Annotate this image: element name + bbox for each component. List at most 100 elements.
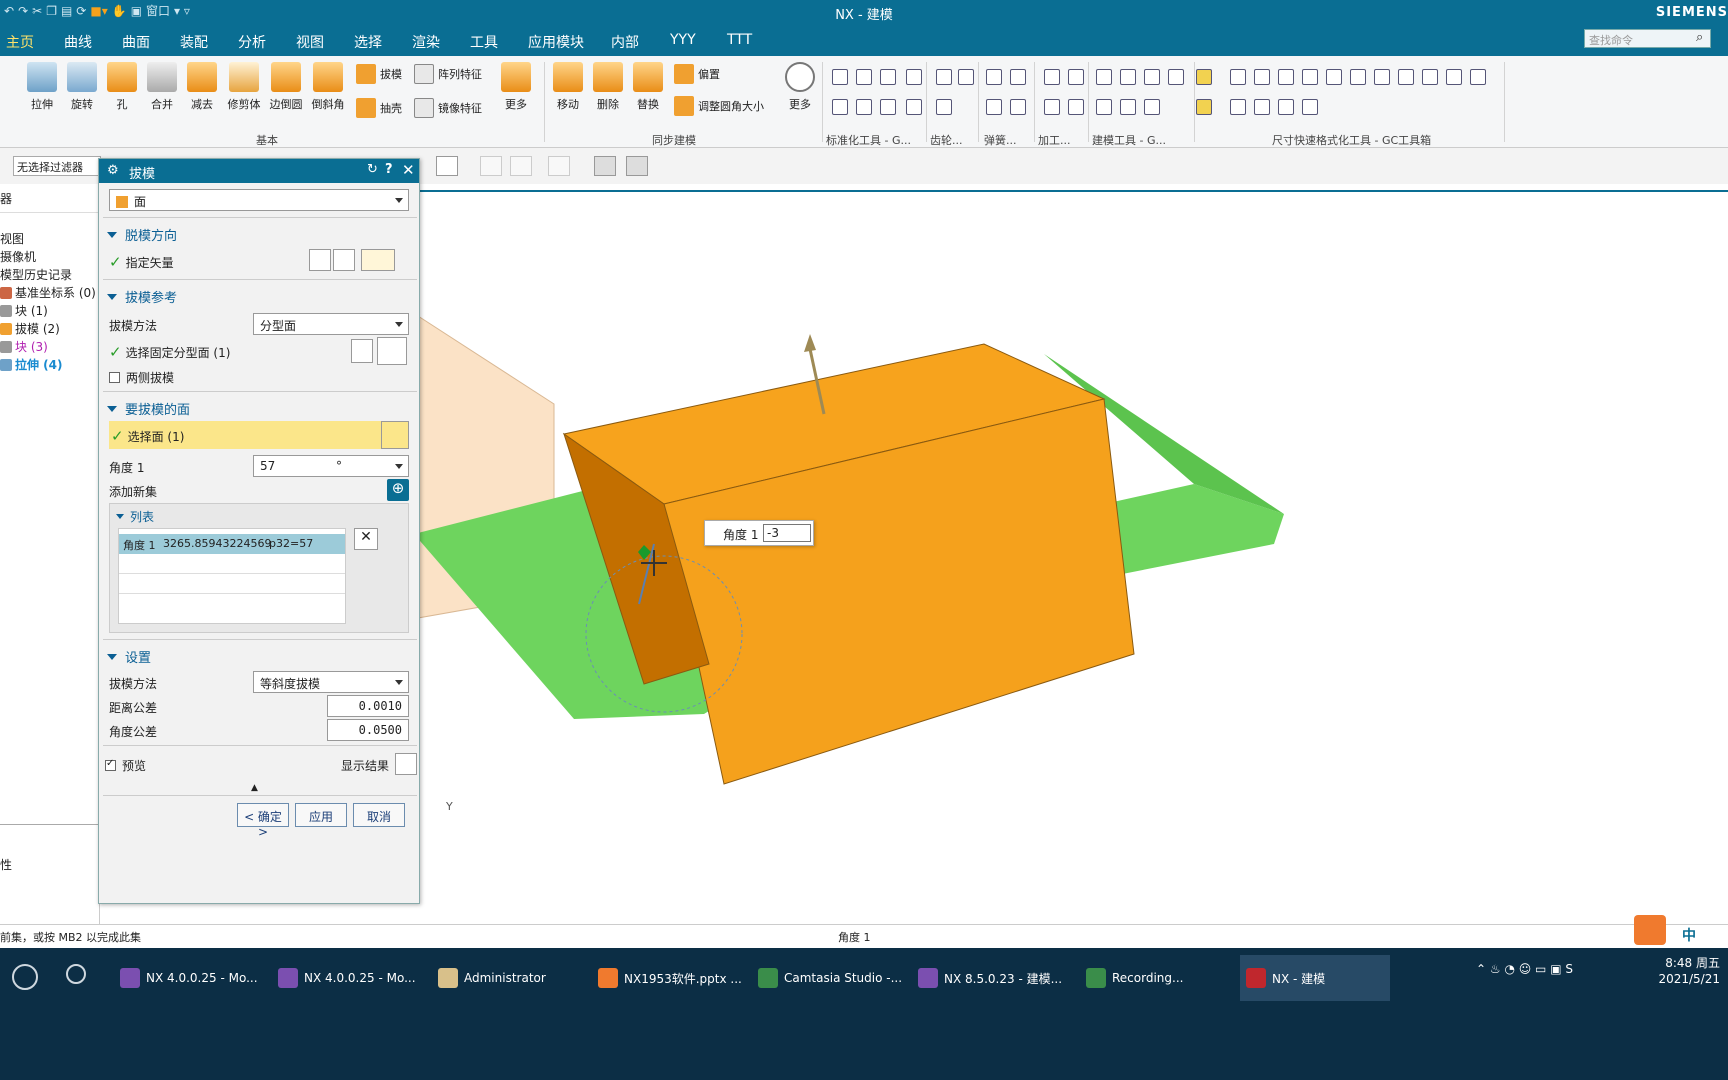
close-icon[interactable]: ✕ [402, 161, 415, 179]
nav-item-history[interactable]: 模型历史记录 [0, 266, 72, 283]
nav-item-datum-csys[interactable]: 基准坐标系 (0) [0, 284, 96, 301]
dimension-tool-icon[interactable] [1302, 99, 1318, 115]
offset-region-button[interactable]: 偏置 [674, 64, 720, 84]
std-tool-icon[interactable] [832, 69, 848, 85]
more-sync-button[interactable]: 更多 [782, 62, 818, 112]
machining-tool-icon[interactable] [1044, 99, 1060, 115]
cancel-button[interactable]: 取消 [353, 803, 405, 827]
taskbar-item-active[interactable]: NX - 建模 [1240, 955, 1390, 1001]
both-sides-checkbox[interactable]: 两侧拔模 [109, 369, 174, 386]
plane-icon[interactable] [377, 337, 407, 365]
view-cube-icon[interactable] [626, 156, 648, 176]
menu-view[interactable]: 视图 [296, 32, 324, 52]
dimension-tool-icon[interactable] [1278, 69, 1294, 85]
gear-tool-icon[interactable] [936, 99, 952, 115]
angle-tolerance-input[interactable]: 0.0500 [327, 719, 409, 741]
std-tool-icon[interactable] [880, 69, 896, 85]
delete-row-icon[interactable]: ✕ [354, 528, 378, 550]
nav-item-draft-2[interactable]: 拔模 (2) [0, 320, 60, 337]
dimension-tool-icon[interactable] [1230, 69, 1246, 85]
move-face-button[interactable]: 移动 [550, 62, 586, 112]
spring-tool-icon[interactable] [986, 69, 1002, 85]
sogou-ime-icon[interactable] [1634, 915, 1666, 945]
dimension-tool-icon[interactable] [1278, 99, 1294, 115]
preview-checkbox[interactable]: ✓ 预览 [105, 757, 146, 774]
ime-mode[interactable]: 中 [1682, 925, 1696, 945]
apply-button[interactable]: 应用 [295, 803, 347, 827]
unite-button[interactable]: 合并 [144, 62, 180, 112]
clock-time[interactable]: 8:48 周五 [1648, 954, 1720, 971]
menu-curve[interactable]: 曲线 [64, 32, 92, 52]
draft-method-select[interactable]: 分型面 [253, 313, 409, 335]
point-select-icon[interactable] [351, 339, 373, 363]
menu-tools[interactable]: 工具 [470, 32, 498, 52]
hole-button[interactable]: 孔 [104, 62, 140, 112]
dimension-tool-icon[interactable] [1470, 69, 1486, 85]
gc-tool-icon[interactable] [1196, 99, 1212, 115]
dimension-tool-icon[interactable] [1422, 69, 1438, 85]
section-draw-direction[interactable]: 脱模方向 [107, 225, 411, 244]
table-row[interactable]: 角度 1 3265.85943224569 p32=57 [119, 534, 345, 554]
draft-type-select[interactable]: 面 [109, 189, 409, 211]
taskbar-item[interactable]: NX1953软件.pptx ... [592, 955, 742, 1001]
select-face-row[interactable]: ✓ 选择面 (1) [109, 421, 381, 449]
extrude-button[interactable]: 拉伸 [24, 62, 60, 112]
gear-tool-icon[interactable] [958, 69, 974, 85]
menu-render[interactable]: 渲染 [412, 32, 440, 52]
reset-icon[interactable]: ↻ [367, 162, 378, 177]
ok-button[interactable]: < 确定 > [237, 803, 289, 839]
vector-icon[interactable] [333, 249, 355, 271]
modeling-tool-icon[interactable] [1168, 69, 1184, 85]
taskbar-item[interactable]: NX 8.5.0.23 - 建模... [912, 955, 1068, 1001]
section-draft-reference[interactable]: 拔模参考 [107, 287, 411, 306]
nav-item-block-1[interactable]: 块 (1) [0, 302, 48, 319]
gc-tool-icon[interactable] [1196, 69, 1212, 85]
type-filter-select[interactable]: 无选择过滤器 [13, 156, 101, 176]
search-icon[interactable]: ⌕ [1696, 30, 1703, 45]
std-tool-icon[interactable] [856, 69, 872, 85]
help-icon[interactable]: ? [385, 162, 393, 177]
modeling-tool-icon[interactable] [1096, 69, 1112, 85]
delete-face-button[interactable]: 删除 [590, 62, 626, 112]
dimension-tool-icon[interactable] [1446, 69, 1462, 85]
trim-body-button[interactable]: 修剪体 [224, 62, 264, 112]
modeling-tool-icon[interactable] [1120, 69, 1136, 85]
nav-item-views[interactable]: 视图 [0, 230, 24, 247]
modeling-tool-icon[interactable] [1144, 69, 1160, 85]
model-view[interactable] [244, 184, 1728, 924]
taskbar-item[interactable]: Administrator [432, 955, 580, 1001]
resize-blend-button[interactable]: 调整圆角大小 [674, 96, 764, 116]
replace-face-button[interactable]: 替换 [630, 62, 666, 112]
menu-analysis[interactable]: 分析 [238, 32, 266, 52]
section-settings[interactable]: 设置 [107, 647, 411, 666]
reverse-direction-icon[interactable] [309, 249, 331, 271]
vector-dialog-icon[interactable] [361, 249, 395, 271]
face-select-icon[interactable] [381, 421, 409, 449]
show-result-icon[interactable] [395, 753, 417, 775]
menu-ttt[interactable]: TTT [727, 32, 752, 48]
add-set-icon[interactable]: ⊕ [387, 479, 409, 501]
modeling-tool-icon[interactable] [1096, 99, 1112, 115]
fixed-parting-label[interactable]: ✓ 选择固定分型面 (1) [109, 343, 230, 361]
std-tool-icon[interactable] [906, 69, 922, 85]
gear-tool-icon[interactable] [936, 69, 952, 85]
dimension-tool-icon[interactable] [1326, 69, 1342, 85]
graphics-window[interactable]: 角度 1 -3 Y X [244, 184, 1728, 924]
list-header[interactable]: 列表 [116, 508, 154, 525]
subtract-button[interactable]: 减去 [184, 62, 220, 112]
mirror-feature-button[interactable]: 镜像特征 [414, 98, 482, 118]
setting-method-select[interactable]: 等斜度拔模 [253, 671, 409, 693]
snap-icon[interactable] [510, 156, 532, 176]
distance-tolerance-input[interactable]: 0.0010 [327, 695, 409, 717]
snap-icon[interactable] [548, 156, 570, 176]
clock-date[interactable]: 2021/5/21 [1648, 972, 1720, 986]
machining-tool-icon[interactable] [1044, 69, 1060, 85]
machining-tool-icon[interactable] [1068, 99, 1084, 115]
edge-blend-button[interactable]: 边倒圆 [266, 62, 306, 112]
dimension-tool-icon[interactable] [1230, 99, 1246, 115]
std-tool-icon[interactable] [832, 99, 848, 115]
view-cube-icon[interactable] [594, 156, 616, 176]
angle-1-input[interactable]: 57 ° [253, 455, 409, 477]
dimension-tool-icon[interactable] [1254, 99, 1270, 115]
dimension-tool-icon[interactable] [1254, 69, 1270, 85]
